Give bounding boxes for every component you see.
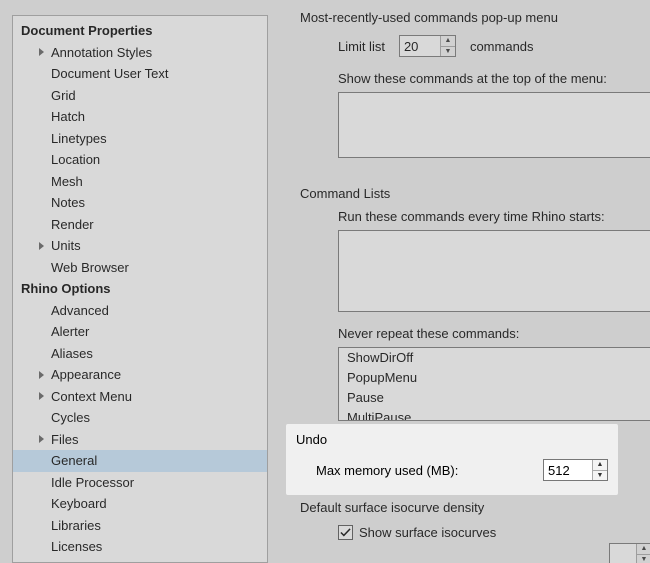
never-repeat-line[interactable]: PopupMenu [339,368,650,388]
tree-item-label: Hatch [49,106,85,128]
settings-tree-panel: Document PropertiesAnnotation StylesDocu… [12,15,268,563]
tree-item[interactable]: Context Menu [13,386,267,408]
chevron-right-icon[interactable] [35,392,49,400]
tree-item[interactable]: Cycles [13,407,267,429]
spinner-down-icon[interactable]: ▼ [637,555,650,563]
tree-item[interactable]: Keyboard [13,493,267,515]
tree-item[interactable]: Document User Text [13,63,267,85]
tree-item-label: Idle Processor [49,472,134,494]
never-repeat-textbox[interactable]: ShowDirOffPopupMenuPauseMultiPause [338,347,650,421]
undo-mem-input[interactable] [544,460,592,480]
tree-item-label: Licenses [49,536,102,558]
tree-item[interactable]: Linetypes [13,128,267,150]
never-repeat-line[interactable]: MultiPause [339,408,650,421]
tree-item[interactable]: Units [13,235,267,257]
tree-root[interactable]: Document Properties [13,20,267,42]
tree-item[interactable]: Appearance [13,364,267,386]
tree-item-label: Mesh [49,171,83,193]
mru-limit-label-pre: Limit list [338,39,385,54]
tree-item[interactable]: Alerter [13,321,267,343]
tree-item[interactable]: Web Browser [13,257,267,279]
check-icon [340,527,351,538]
command-lists-group: Command Lists Run these commands every t… [296,186,650,421]
chevron-right-icon[interactable] [35,48,49,56]
tree-item-label: Notes [49,192,85,214]
tree-item-label: Files [49,429,78,451]
tree-item[interactable]: General [13,450,267,472]
mru-limit-label-post: commands [470,39,534,54]
tree-item-label: Render [49,214,94,236]
tree-item-label: Linetypes [49,128,107,150]
show-isocurves-checkbox[interactable] [338,525,353,540]
tree-item[interactable]: Libraries [13,515,267,537]
mru-top-label: Show these commands at the top of the me… [296,71,650,86]
mru-group: Most-recently-used commands pop-up menu … [296,10,650,158]
tree-item-label: Cycles [49,407,90,429]
tree-item[interactable]: Mesh [13,171,267,193]
tree-item[interactable]: Files [13,429,267,451]
mru-title: Most-recently-used commands pop-up menu [296,10,650,25]
undo-mem-label: Max memory used (MB): [316,463,458,478]
tree-item[interactable]: Annotation Styles [13,42,267,64]
tree-root-label: Rhino Options [19,278,111,300]
tree-item-label: Advanced [49,300,109,322]
tree-item-label: Context Menu [49,386,132,408]
tree-item[interactable]: Advanced [13,300,267,322]
undo-title: Undo [296,432,608,447]
chevron-right-icon[interactable] [35,371,49,379]
tree-item[interactable]: Render [13,214,267,236]
show-isocurves-label: Show surface isocurves [359,525,496,540]
mru-top-textbox[interactable] [338,92,650,158]
mru-limit-input[interactable] [400,36,440,56]
tree-item-label: Units [49,235,81,257]
isocurve-density-spinner-partial[interactable]: ▲ ▼ [609,543,650,563]
tree-item-label: General [49,450,97,472]
tree-item[interactable]: Grid [13,85,267,107]
isocurve-density-input[interactable] [610,544,636,563]
tree-item-label: Annotation Styles [49,42,152,64]
chevron-right-icon[interactable] [35,435,49,443]
tree-item-label: Appearance [49,364,121,386]
tree-root[interactable]: Rhino Options [13,278,267,300]
spinner-up-icon[interactable]: ▲ [637,544,650,555]
startup-commands-textbox[interactable] [338,230,650,312]
isocurve-group: Default surface isocurve density Show su… [296,500,650,540]
isocurve-title: Default surface isocurve density [296,500,650,515]
tree-item-label: Document User Text [49,63,169,85]
spinner-up-icon[interactable]: ▲ [593,460,607,471]
tree-item[interactable]: Idle Processor [13,472,267,494]
never-repeat-line[interactable]: Pause [339,388,650,408]
spinner-down-icon[interactable]: ▼ [441,47,455,57]
tree-item-label: Libraries [49,515,101,537]
tree-item-label: Web Browser [49,257,129,279]
tree-item-label: Aliases [49,343,93,365]
tree-item-label: Alerter [49,321,89,343]
tree-item[interactable]: Location [13,149,267,171]
tree-item[interactable]: Notes [13,192,267,214]
tree-item-label: Keyboard [49,493,107,515]
tree-item-label: Grid [49,85,76,107]
undo-mem-spinner[interactable]: ▲ ▼ [543,459,608,481]
mru-limit-spinner[interactable]: ▲ ▼ [399,35,456,57]
never-repeat-label: Never repeat these commands: [296,326,650,341]
tree-root-label: Document Properties [19,20,152,42]
tree-item-label: Location [49,149,100,171]
tree-item[interactable]: Hatch [13,106,267,128]
undo-group: Undo Max memory used (MB): ▲ ▼ [286,424,618,495]
settings-tree[interactable]: Document PropertiesAnnotation StylesDocu… [13,16,267,558]
spinner-down-icon[interactable]: ▼ [593,471,607,481]
startup-commands-label: Run these commands every time Rhino star… [296,209,650,224]
command-lists-title: Command Lists [296,186,650,201]
never-repeat-line[interactable]: ShowDirOff [339,348,650,368]
tree-item[interactable]: Aliases [13,343,267,365]
spinner-up-icon[interactable]: ▲ [441,36,455,47]
chevron-right-icon[interactable] [35,242,49,250]
tree-item[interactable]: Licenses [13,536,267,558]
